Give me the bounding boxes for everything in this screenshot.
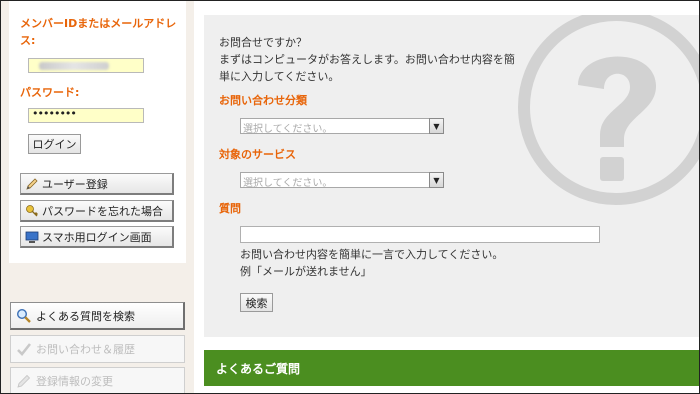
user-register-label: ユーザー登録 [42, 177, 108, 191]
category-label: お問い合わせ分類 [219, 94, 307, 107]
intro-text-2: まずはコンピュータがお答えします。お問い合わせ内容を簡 [219, 53, 515, 66]
pencil-icon [16, 373, 32, 389]
hint-text-2: 例「メールが送れません」 [240, 265, 372, 278]
category-select[interactable]: 選択してください。 ▼ [240, 118, 444, 135]
checkmark-icon [16, 341, 32, 357]
service-select[interactable]: 選択してください。 ▼ [240, 172, 444, 189]
edit-registration-nav[interactable]: 登録情報の変更 [10, 367, 185, 393]
monitor-icon [25, 230, 39, 244]
smartphone-login-label: スマホ用ログイン画面 [42, 230, 152, 244]
pencil-icon [25, 177, 39, 191]
smartphone-login-button[interactable]: スマホ用ログイン画面 [20, 226, 174, 248]
forgot-password-label: パスワードを忘れた場合 [42, 204, 163, 218]
login-button[interactable]: ログイン [28, 134, 81, 154]
service-label: 対象のサービス [219, 148, 296, 161]
inquiry-history-label: お問い合わせ＆履歴 [36, 343, 135, 356]
chevron-down-icon[interactable]: ▼ [429, 118, 444, 134]
service-select-value: 選択してください。 [243, 178, 333, 189]
faq-heading: よくあるご質問 [216, 361, 301, 376]
password-label: パスワード: [20, 86, 80, 99]
page-frame: メンバーIDまたはメールアドレス: パスワード: •••••••• ログイン ユ… [0, 0, 700, 394]
faq-search-nav[interactable]: よくある質問を検索 [10, 302, 185, 330]
magnifier-icon [16, 308, 32, 324]
faq-search-label: よくある質問を検索 [36, 309, 135, 323]
password-mask: •••••••• [32, 107, 77, 120]
forgot-password-button[interactable]: パスワードを忘れた場合 [20, 200, 174, 222]
blurred-member-id [39, 62, 109, 70]
password-field[interactable]: •••••••• [28, 107, 144, 123]
member-id-field[interactable] [28, 58, 144, 73]
left-sidebar: メンバーIDまたはメールアドレス: パスワード: •••••••• ログイン ユ… [1, 1, 194, 393]
hint-text-1: お問い合わせ内容を簡単に一言で入力してください。 [240, 248, 504, 261]
inquiry-history-nav[interactable]: お問い合わせ＆履歴 [10, 335, 185, 363]
question-label: 質問 [219, 202, 241, 215]
question-input[interactable] [240, 226, 600, 243]
category-select-value: 選択してください。 [243, 124, 333, 135]
edit-registration-label: 登録情報の変更 [36, 375, 113, 388]
intro-text-1: お問合せですか？ [219, 36, 307, 49]
question-mark-watermark [518, 15, 699, 205]
key-icon [25, 204, 39, 218]
search-button[interactable]: 検索 [240, 293, 273, 312]
faq-heading-bar: よくあるご質問 [204, 350, 699, 386]
user-register-button[interactable]: ユーザー登録 [20, 173, 174, 195]
member-id-label: メンバーIDまたはメールアドレス: [20, 17, 177, 47]
intro-text-3: 単に入力してください。 [219, 70, 340, 83]
inquiry-panel: お問合せですか？ まずはコンピュータがお答えします。お問い合わせ内容を簡 単に入… [204, 15, 699, 337]
chevron-down-icon[interactable]: ▼ [429, 172, 444, 188]
